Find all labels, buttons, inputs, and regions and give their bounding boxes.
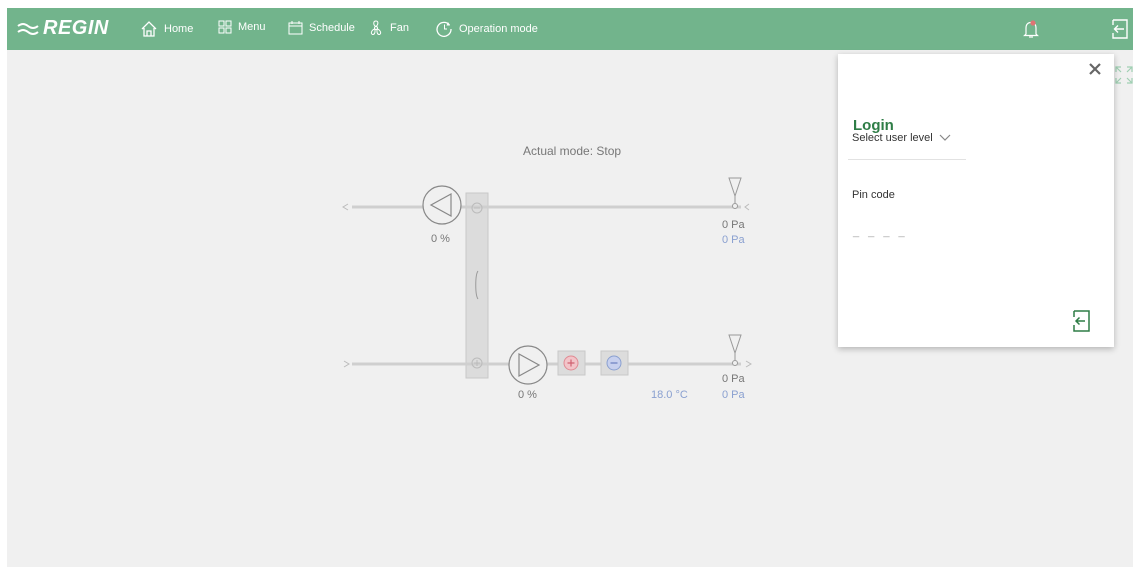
fan-icon — [370, 20, 382, 36]
home-icon — [141, 21, 157, 37]
user-level-value: Select user level — [852, 132, 933, 144]
chevron-down-icon — [939, 134, 951, 141]
heat-exchanger — [465, 192, 489, 379]
user-level-select[interactable]: Select user level — [852, 132, 951, 144]
extract-fan-icon — [422, 185, 462, 225]
grid-menu-icon — [218, 20, 232, 34]
top-navigation-bar: REGIN Home Menu Schedule Fan Operation m… — [7, 8, 1133, 50]
nav-home-label: Home — [164, 23, 194, 35]
outdoor-inlet-arrow-icon — [343, 360, 350, 368]
extract-fan-output: 0 % — [431, 233, 450, 245]
pin-code-label: Pin code — [852, 189, 895, 201]
nav-fan-label: Fan — [390, 22, 409, 34]
brand-logo: REGIN — [17, 17, 109, 40]
extract-pressure-value: 0 Pa — [722, 219, 745, 231]
exhaust-arrow-icon — [342, 203, 349, 211]
close-login-button[interactable] — [1088, 62, 1102, 81]
supply-fan-icon — [508, 345, 548, 385]
clock-arrow-icon — [436, 21, 452, 37]
nav-schedule-label: Schedule — [309, 21, 355, 34]
close-icon — [1089, 63, 1101, 75]
calendar-icon — [288, 21, 303, 35]
nav-operation-mode[interactable]: Operation mode — [436, 20, 538, 37]
login-panel: Login Select user level Pin code _ _ _ _ — [838, 54, 1114, 347]
pin-code-input[interactable]: _ _ _ _ — [853, 226, 908, 238]
bell-icon — [1023, 20, 1039, 38]
extract-flow-value: 0 Pa — [722, 234, 745, 246]
supply-fan-output: 0 % — [518, 389, 537, 401]
regin-waves-icon — [17, 22, 39, 35]
extract-pressure-sensor-icon — [728, 177, 742, 198]
alarm-bell-button[interactable] — [1022, 19, 1040, 44]
login-submit-button[interactable] — [1070, 310, 1092, 337]
nav-home[interactable]: Home — [140, 20, 193, 38]
supply-flow-value: 0 Pa — [722, 389, 745, 401]
nav-operation-mode-label: Operation mode — [459, 22, 538, 35]
app-window: REGIN Home Menu Schedule Fan Operation m… — [7, 8, 1133, 567]
user-level-divider — [848, 159, 966, 160]
brand-name: REGIN — [43, 17, 109, 39]
nav-menu-label: Menu — [238, 21, 266, 33]
nav-schedule[interactable]: Schedule — [288, 20, 355, 35]
fullscreen-button[interactable] — [1115, 66, 1133, 89]
logout-button[interactable] — [1109, 19, 1131, 44]
expand-icon — [1115, 66, 1133, 84]
extract-inlet-arrow-icon — [744, 203, 750, 211]
logout-icon — [1112, 19, 1128, 39]
supply-temperature-value: 18.0 °C — [651, 389, 688, 401]
supply-pressure-value: 0 Pa — [722, 373, 745, 385]
supply-outlet-arrow-icon — [745, 360, 752, 368]
nav-menu[interactable]: Menu — [218, 20, 266, 34]
supply-pressure-sensor-icon — [728, 334, 742, 355]
login-icon — [1073, 310, 1090, 332]
nav-fan[interactable]: Fan — [368, 20, 409, 36]
actual-mode-text: Actual mode: Stop — [523, 144, 622, 158]
